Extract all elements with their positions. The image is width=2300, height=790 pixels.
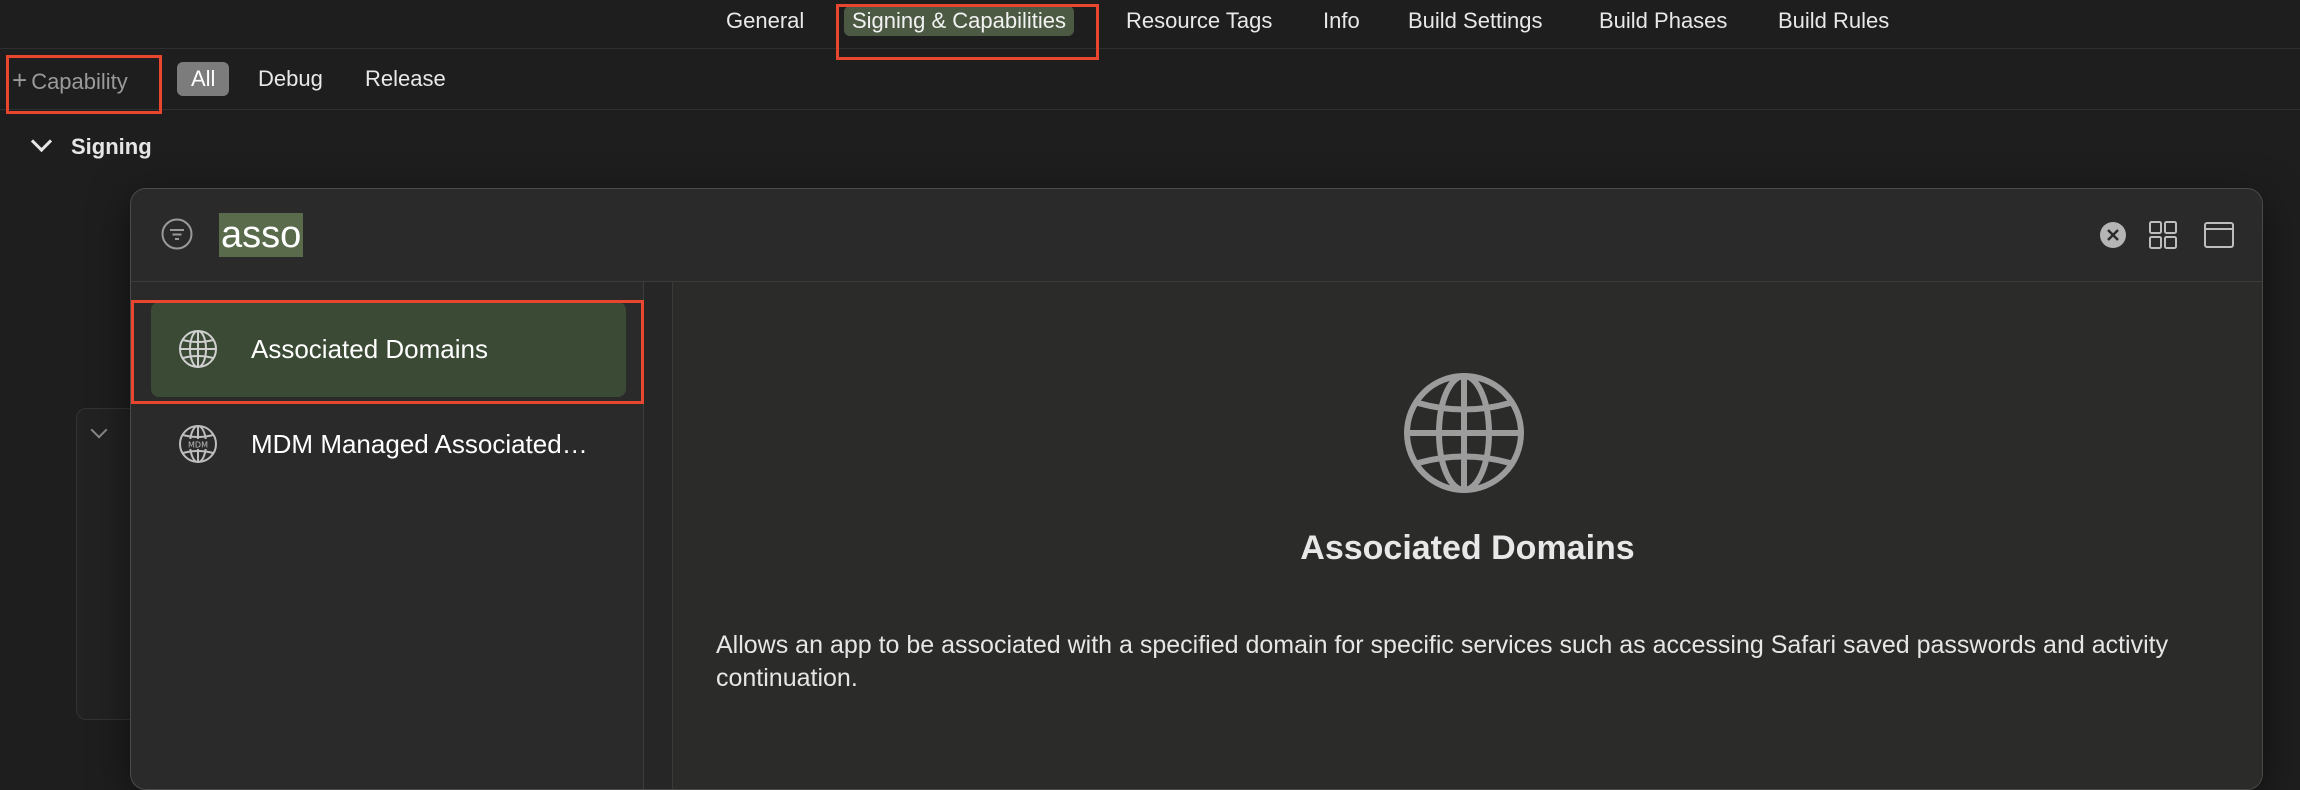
filter-release[interactable]: Release	[351, 62, 460, 96]
capability-library-popup: asso Associated Domains MDM MDM Managed …	[130, 188, 2263, 790]
search-bar: asso	[131, 189, 2262, 282]
detail-title: Associated Domains	[1300, 529, 1635, 567]
tab-general[interactable]: General	[718, 6, 812, 36]
add-capability-button[interactable]: + Capability	[12, 65, 128, 96]
tab-build-settings[interactable]: Build Settings	[1400, 6, 1551, 36]
capability-toolbar: + Capability All Debug Release	[0, 49, 2300, 110]
tab-resource-tags[interactable]: Resource Tags	[1118, 6, 1280, 36]
globe-icon	[179, 330, 217, 368]
capability-detail-pane: Associated Domains Allows an app to be a…	[673, 282, 2262, 789]
tab-info[interactable]: Info	[1315, 6, 1368, 36]
filter-all[interactable]: All	[177, 62, 230, 96]
section-title: Signing	[71, 134, 152, 159]
tab-build-phases[interactable]: Build Phases	[1591, 6, 1735, 36]
capability-list: Associated Domains MDM MDM Managed Assoc…	[131, 282, 644, 789]
filter-icon[interactable]	[161, 218, 193, 250]
list-item-label: Associated Domains	[251, 334, 488, 364]
filter-debug[interactable]: Debug	[244, 62, 337, 96]
split-divider[interactable]	[644, 282, 673, 789]
grid-view-icon[interactable]	[2147, 219, 2179, 251]
detail-panel-icon[interactable]	[2203, 219, 2235, 251]
svg-text:MDM: MDM	[188, 441, 208, 450]
chevron-down-icon	[30, 130, 53, 153]
list-item-label: MDM Managed Associated…	[251, 429, 588, 459]
detail-description: Allows an app to be associated with a sp…	[716, 631, 2169, 692]
search-input[interactable]: asso	[219, 213, 304, 257]
list-item-mdm-managed-associated[interactable]: MDM MDM Managed Associated…	[151, 397, 626, 492]
clear-search-icon[interactable]	[2099, 221, 2127, 249]
signing-section-header[interactable]: Signing	[30, 130, 152, 160]
tab-signing-capabilities[interactable]: Signing & Capabilities	[844, 6, 1075, 36]
tab-build-rules[interactable]: Build Rules	[1770, 6, 1897, 36]
editor-tab-bar: General Signing & Capabilities Resource …	[0, 0, 2300, 49]
globe-icon	[1404, 373, 1524, 493]
add-capability-label: Capability	[31, 69, 128, 94]
plus-icon: +	[12, 65, 28, 95]
mdm-globe-icon: MDM	[179, 425, 217, 463]
list-item-associated-domains[interactable]: Associated Domains	[151, 302, 626, 397]
